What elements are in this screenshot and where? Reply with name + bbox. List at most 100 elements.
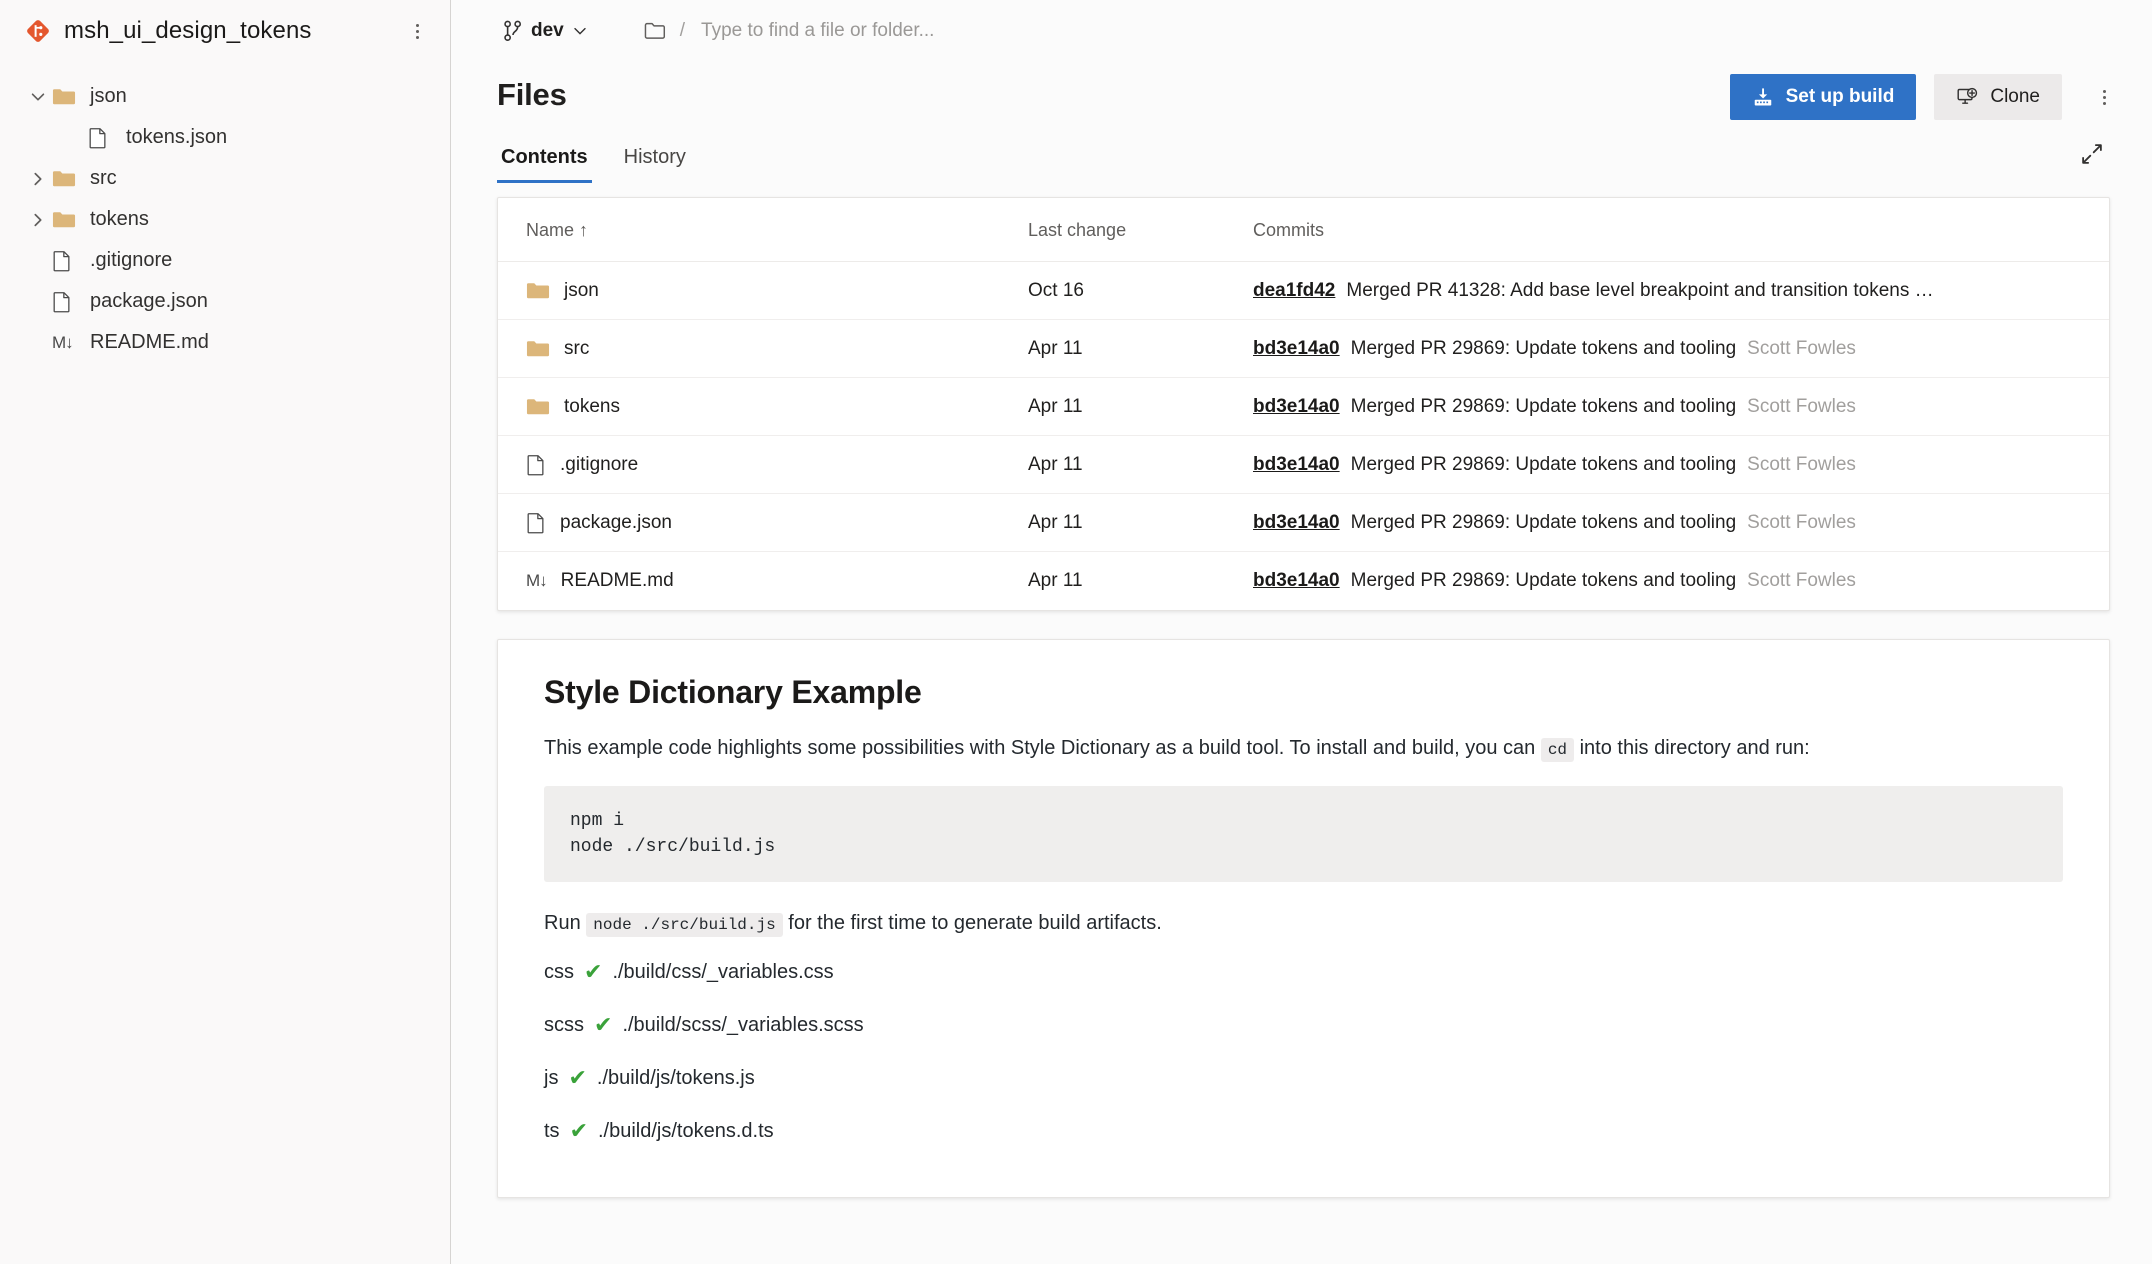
- set-up-build-button[interactable]: Set up build: [1729, 74, 1917, 120]
- output-path: ./build/js/tokens.js: [596, 1066, 755, 1089]
- file-find-input[interactable]: Type to find a file or folder...: [699, 16, 1119, 46]
- page-more-options-button[interactable]: [2086, 77, 2122, 117]
- readme-intro-text-2: into this directory and run:: [1579, 736, 1810, 759]
- clone-button[interactable]: Clone: [1934, 74, 2062, 120]
- check-icon: ✔: [569, 1118, 588, 1144]
- commit-hash-link[interactable]: bd3e14a0: [1253, 396, 1340, 418]
- folder-icon: [52, 211, 76, 227]
- branch-selector[interactable]: dev: [497, 16, 594, 46]
- repository-name: msh_ui_design_tokens: [64, 17, 312, 44]
- expand-icon: [2082, 144, 2102, 164]
- chevron-right-icon[interactable]: [24, 211, 52, 229]
- commit-hash-link[interactable]: bd3e14a0: [1253, 512, 1340, 534]
- file-icon: [527, 454, 544, 475]
- clone-label: Clone: [1990, 86, 2040, 107]
- chevron-right-icon[interactable]: [24, 170, 52, 188]
- tree-item-gitignore[interactable]: .gitignore: [0, 240, 450, 281]
- breadcrumb: / Type to find a file or folder...: [644, 16, 1119, 46]
- content-area: Name ↑ Last change Commits json Oct 16 dea…: [451, 183, 2152, 1198]
- table-row[interactable]: tokens Apr 11 bd3e14a0 Merged PR 29869: Upd…: [498, 377, 2109, 436]
- readme-card: Style Dictionary Example This example co…: [497, 638, 2110, 1198]
- cell-last-change: Apr 11: [1028, 377, 1253, 436]
- repository-more-options-button[interactable]: [402, 16, 432, 46]
- tree-item-json[interactable]: json: [0, 76, 450, 117]
- tree-item-icon: [52, 210, 82, 230]
- column-header-last-change[interactable]: Last change: [1028, 198, 1253, 262]
- chevron-down-icon: [31, 92, 45, 101]
- tree-item-label: tokens: [90, 208, 149, 230]
- inline-code-cd: cd: [1540, 737, 1575, 762]
- tree-item-icon: [52, 87, 82, 107]
- file-name-link[interactable]: json: [564, 280, 599, 302]
- tree-item-tokens-json[interactable]: tokens.json: [0, 117, 450, 158]
- tree-item-tokens[interactable]: tokens: [0, 199, 450, 240]
- tab-contents[interactable]: Contents: [497, 140, 592, 183]
- file-name-link[interactable]: package.json: [560, 512, 672, 534]
- markdown-icon: M↓: [526, 570, 548, 590]
- file-name-link[interactable]: .gitignore: [560, 454, 638, 476]
- cell-name: json: [498, 261, 1028, 320]
- files-table-head: Name ↑ Last change Commits: [498, 198, 2109, 262]
- cell-last-change: Apr 11: [1028, 319, 1253, 378]
- output-format-label: scss: [544, 1013, 584, 1036]
- commit-hash-link[interactable]: bd3e14a0: [1253, 338, 1340, 360]
- column-header-name[interactable]: Name ↑: [498, 198, 1028, 262]
- row-type-icon: [526, 397, 550, 417]
- table-row[interactable]: M↓ README.md Apr 11 bd3e14a0 Merged PR 29869…: [498, 552, 2109, 610]
- cell-commit: dea1fd42 Merged PR 41328: Add base level …: [1253, 261, 2109, 320]
- breadcrumb-separator: /: [679, 20, 686, 41]
- commit-hash-link[interactable]: bd3e14a0: [1253, 454, 1340, 476]
- commit-author: Scott Fowles: [1747, 337, 1856, 359]
- chevron-down-icon[interactable]: [24, 88, 52, 106]
- output-format-label: ts: [544, 1119, 560, 1142]
- tree-item-icon: [52, 250, 82, 272]
- tree-item-label: json: [90, 85, 127, 107]
- repository-header: msh_ui_design_tokens: [0, 0, 450, 62]
- readme-heading: Style Dictionary Example: [544, 673, 922, 710]
- page-title: Files: [497, 77, 567, 112]
- folder-icon[interactable]: [644, 21, 666, 41]
- commit-message: Merged PR 41328: Add base level breakpoi…: [1346, 279, 1934, 301]
- file-icon: [53, 291, 70, 312]
- more-options-icon: [415, 23, 419, 39]
- branch-name: dev: [531, 20, 564, 41]
- table-row[interactable]: .gitignore Apr 11 bd3e14a0 Merged PR 29869:…: [498, 435, 2109, 494]
- readme-intro-paragraph: This example code highlights some possib…: [544, 733, 2063, 764]
- row-type-icon: [526, 512, 546, 534]
- cell-commit: bd3e14a0 Merged PR 29869: Update tokens a…: [1253, 552, 2109, 610]
- output-path: ./build/css/_variables.css: [612, 960, 834, 983]
- tree-item-icon: [52, 169, 82, 189]
- file-name-link[interactable]: README.md: [561, 570, 674, 592]
- table-row[interactable]: src Apr 11 bd3e14a0 Merged PR 29869: Update…: [498, 319, 2109, 378]
- column-header-commits[interactable]: Commits: [1253, 198, 2109, 262]
- folder-icon: [526, 398, 550, 414]
- files-table: Name ↑ Last change Commits json Oct 16 dea…: [498, 198, 2109, 610]
- tab-bar: Contents History: [451, 132, 2152, 183]
- commit-hash-link[interactable]: dea1fd42: [1253, 280, 1335, 302]
- folder-icon: [52, 88, 76, 104]
- clone-icon: [1957, 87, 1978, 104]
- file-name-link[interactable]: tokens: [564, 396, 620, 418]
- tree-item-package-json[interactable]: package.json: [0, 281, 450, 322]
- chevron-right-icon: [34, 172, 42, 185]
- file-name-link[interactable]: src: [564, 338, 589, 360]
- main-content: dev / Type to find a file or folder... F…: [451, 0, 2152, 1264]
- tab-list: Contents History: [497, 140, 690, 183]
- commit-hash-link[interactable]: bd3e14a0: [1253, 570, 1340, 592]
- tree-item-readme-md[interactable]: M↓ README.md: [0, 322, 450, 363]
- tab-history[interactable]: History: [620, 140, 690, 183]
- git-repository-icon: [27, 20, 49, 42]
- cell-commit: bd3e14a0 Merged PR 29869: Update tokens a…: [1253, 435, 2109, 494]
- table-row[interactable]: json Oct 16 dea1fd42 Merged PR 41328: Add b…: [498, 261, 2109, 320]
- expand-view-button[interactable]: [2074, 136, 2110, 172]
- cell-commit: bd3e14a0 Merged PR 29869: Update tokens a…: [1253, 377, 2109, 436]
- repository-sidebar: msh_ui_design_tokens json tokens.json src t…: [0, 0, 451, 1264]
- file-tree: json tokens.json src tokens .gitignore packag…: [0, 62, 450, 363]
- cell-last-change: Apr 11: [1028, 569, 1083, 591]
- table-row[interactable]: package.json Apr 11 bd3e14a0 Merged PR 2986…: [498, 493, 2109, 552]
- commit-message: Merged PR 29869: Update tokens and tooli…: [1350, 337, 1737, 359]
- cell-name: M↓ README.md: [498, 552, 1028, 610]
- cell-name: src: [498, 319, 1028, 378]
- tree-item-src[interactable]: src: [0, 158, 450, 199]
- commit-message: Merged PR 29869: Update tokens and tooli…: [1350, 511, 1737, 533]
